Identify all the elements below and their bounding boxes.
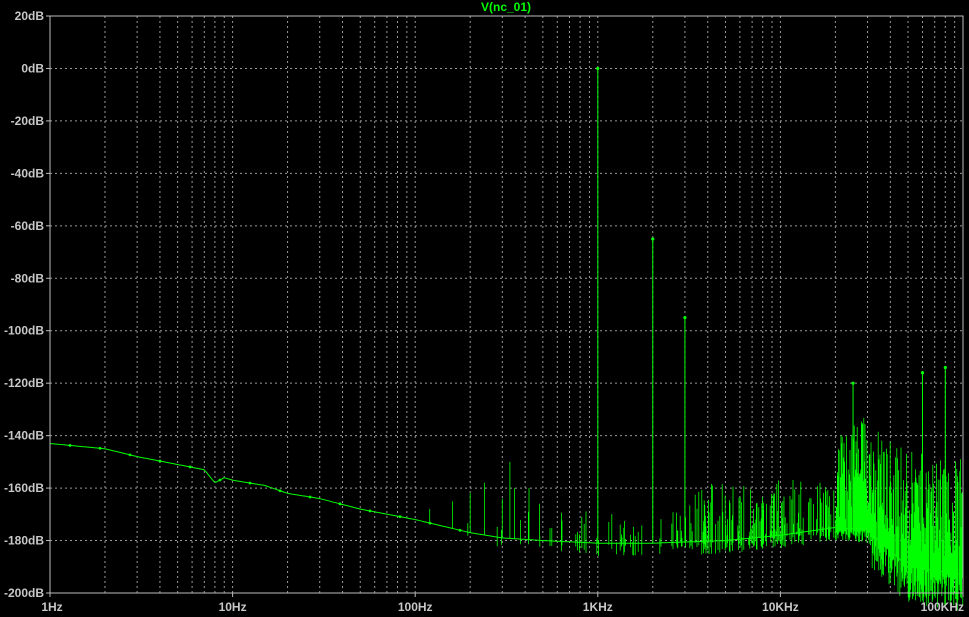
harmonic-peak-marker: [651, 237, 655, 241]
y-tick-label: -160dB: [4, 481, 44, 495]
floor-marker: [128, 453, 132, 457]
x-tick-label: 10Hz: [219, 600, 247, 614]
floor-marker: [308, 495, 312, 499]
harmonic-peak-marker: [596, 66, 600, 71]
y-tick-label: -200dB: [4, 586, 44, 600]
y-tick-label: 20dB: [15, 9, 45, 23]
floor-marker: [158, 459, 162, 463]
floor-marker: [248, 481, 252, 485]
harmonic-peak-marker: [851, 381, 855, 385]
harmonic-peak-marker: [920, 371, 925, 375]
y-tick-label: -40dB: [11, 166, 45, 180]
x-tick-label: 100Hz: [398, 600, 433, 614]
y-tick-label: -180dB: [4, 534, 44, 548]
floor-marker: [458, 528, 462, 532]
harmonic-peak-marker: [943, 365, 947, 370]
x-tick-label: 1Hz: [41, 600, 62, 614]
floor-marker: [278, 489, 282, 493]
y-tick-label: -120dB: [4, 376, 44, 390]
floor-marker: [428, 521, 432, 525]
spectrum-chart: V(nc_01) 20dB 0dB -20dB -40dB -60dB -80dB -100…: [0, 0, 969, 617]
y-tick-label: -60dB: [11, 219, 45, 233]
harmonic-peak-marker: [683, 316, 687, 320]
floor-marker: [68, 444, 72, 447]
chart-title[interactable]: V(nc_01): [481, 0, 531, 14]
x-tick-label: 1KHz: [583, 600, 613, 614]
floor-marker: [338, 502, 342, 506]
x-tick-label: 100KHz: [921, 600, 964, 614]
y-tick-label: 0dB: [21, 61, 44, 75]
floor-marker: [368, 509, 372, 513]
floor-marker: [188, 465, 192, 469]
floor-marker: [98, 446, 102, 450]
y-tick-label: -20dB: [11, 114, 45, 128]
floor-marker: [218, 478, 222, 482]
floor-marker: [398, 515, 402, 519]
x-tick-label: 10KHz: [762, 600, 799, 614]
y-tick-label: -140dB: [4, 429, 44, 443]
y-tick-label: -100dB: [4, 324, 44, 338]
y-tick-label: -80dB: [11, 271, 45, 285]
